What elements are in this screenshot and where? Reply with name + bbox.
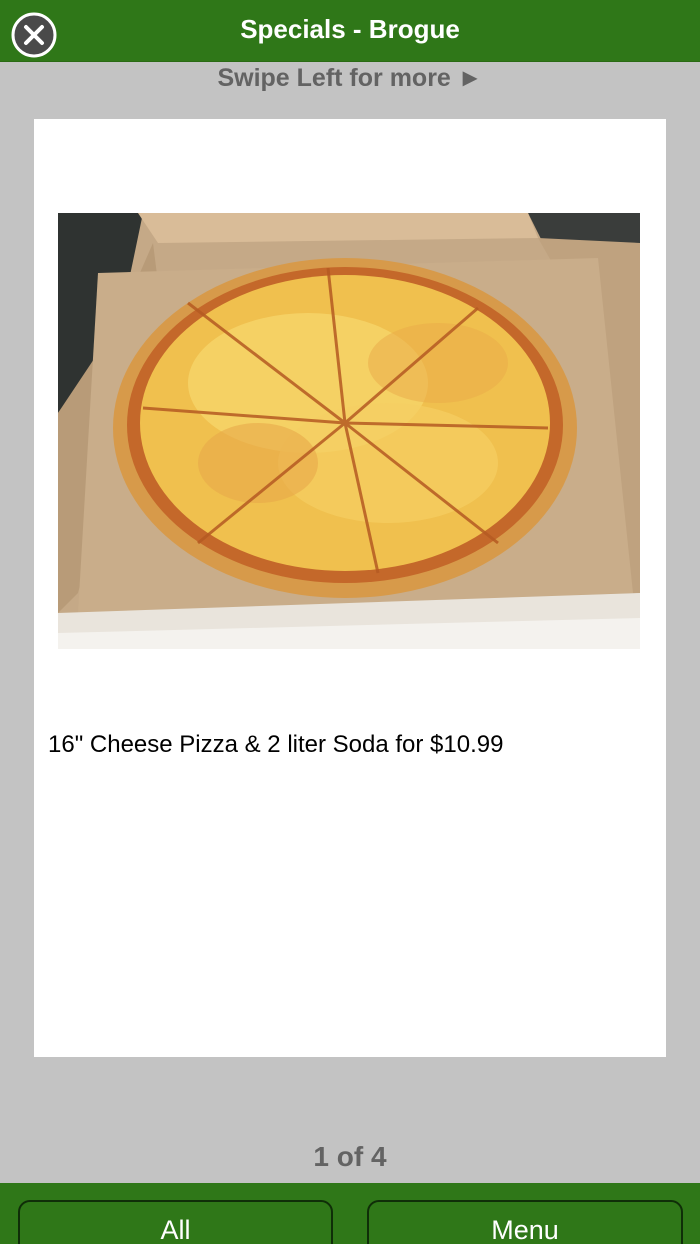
- page-indicator: 1 of 4: [313, 1141, 387, 1172]
- special-card[interactable]: 16" Cheese Pizza & 2 liter Soda for $10.…: [34, 119, 666, 1057]
- page-title: Specials - Brogue: [240, 14, 460, 44]
- top-bar: Specials - Brogue: [0, 0, 700, 62]
- bottom-nav: All Menu: [0, 1183, 700, 1244]
- pizza-image: [58, 213, 640, 649]
- specials-screen: Specials - Brogue Swipe Left for more ►: [0, 0, 700, 1244]
- menu-button[interactable]: Menu: [367, 1200, 683, 1244]
- all-button[interactable]: All: [18, 1200, 333, 1244]
- special-photo: [58, 213, 640, 649]
- swipe-hint: Swipe Left for more ►: [217, 64, 483, 92]
- special-description: 16" Cheese Pizza & 2 liter Soda for $10.…: [48, 731, 504, 758]
